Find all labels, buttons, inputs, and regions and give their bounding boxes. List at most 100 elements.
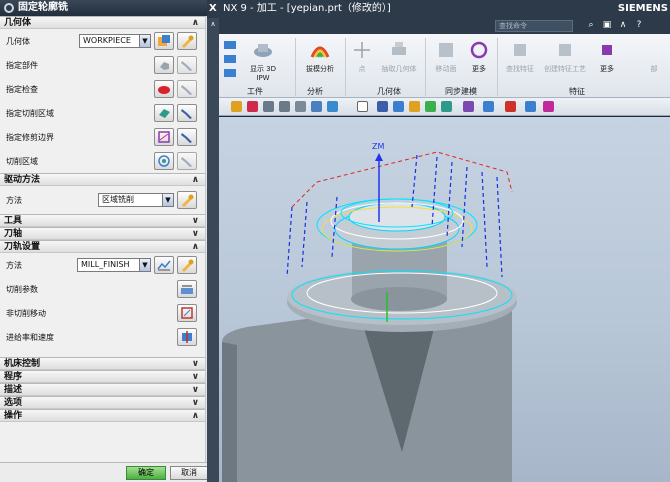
drive-method-select[interactable]: 区域铣削 ▼ (98, 193, 174, 207)
pan-icon[interactable] (425, 101, 436, 112)
fit-icon[interactable] (393, 101, 404, 112)
gear-icon[interactable] (4, 3, 14, 13)
section-geometry[interactable]: 几何体 ∧ (0, 16, 205, 29)
specify-trim-row: 指定修剪边界 (0, 125, 205, 149)
edit-geometry-button[interactable] (177, 32, 197, 50)
section-tool[interactable]: 工具 ∨ (0, 214, 205, 227)
path-method-select[interactable]: MILL_FINISH ▼ (77, 258, 151, 272)
filter-icon[interactable] (247, 101, 258, 112)
specify-cut-area-row: 指定切削区域 (0, 101, 205, 125)
select-cut-area-button[interactable] (154, 104, 174, 122)
point-button[interactable]: 点 (351, 39, 373, 74)
chevron-up-icon[interactable]: ∧ (617, 20, 629, 30)
group-feature[interactable]: 特征 (569, 86, 585, 97)
extract-icon (388, 39, 410, 61)
section-icon[interactable] (463, 101, 474, 112)
part-button[interactable]: 部 (647, 39, 661, 74)
display-3d-ipw-button[interactable]: 显示 3D IPW (243, 39, 283, 82)
show-cut-region-button[interactable] (177, 152, 197, 170)
orient-icon[interactable] (483, 101, 494, 112)
small-tools-icon[interactable] (223, 39, 237, 81)
chevron-down-icon[interactable]: ∨ (192, 228, 199, 240)
plus-icon (351, 39, 373, 61)
cut-params-button[interactable] (177, 280, 197, 298)
edit-method-button[interactable] (177, 256, 197, 274)
section-program[interactable]: 程序 ∨ (0, 370, 205, 383)
chevron-up-icon[interactable]: ∧ (192, 17, 199, 29)
new-method-button[interactable] (154, 256, 174, 274)
show-trim-button[interactable] (177, 128, 197, 146)
part-model-canvas[interactable]: ZM (207, 117, 670, 482)
highlight-icon[interactable] (543, 101, 554, 112)
chevron-down-icon[interactable]: ▼ (162, 194, 173, 206)
chevron-up-icon[interactable]: ∧ (192, 174, 199, 186)
select-trim-button[interactable] (154, 128, 174, 146)
select-check-button[interactable] (154, 80, 174, 98)
feature-process-icon (554, 39, 576, 61)
view-cube-icon[interactable] (327, 101, 338, 112)
chevron-down-icon[interactable]: ▼ (139, 259, 150, 271)
section-title: 驱动方法 (4, 175, 41, 185)
find-feature-button[interactable]: 查找特征 (503, 39, 537, 74)
new-geometry-button[interactable] (154, 32, 174, 50)
section-actions[interactable]: 操作 ∧ (0, 409, 205, 422)
wcs-icon[interactable] (505, 101, 516, 112)
chevron-down-icon[interactable]: ▼ (139, 35, 150, 47)
group-workpiece[interactable]: 工件 (247, 86, 263, 97)
cut-area-icon (159, 109, 170, 118)
dialog-title: 固定轮廓铣 (18, 2, 68, 13)
render-icon[interactable] (441, 101, 452, 112)
section-machine-control[interactable]: 机床控制 ∨ (0, 357, 205, 370)
cut-region-button[interactable] (154, 152, 174, 170)
ipw-icon (252, 39, 274, 61)
chevron-down-icon[interactable]: ∨ (192, 397, 199, 409)
draft-analysis-button[interactable]: 拔模分析 (299, 39, 341, 74)
extract-geometry-button[interactable]: 抽取几何体 (377, 39, 421, 74)
geometry-select[interactable]: WORKPIECE ▼ (79, 34, 151, 48)
move-face-button[interactable]: 移动面 (429, 39, 463, 74)
rotate-icon[interactable] (409, 101, 420, 112)
section-tool-axis[interactable]: 刀轴 ∨ (0, 227, 205, 240)
section-title: 几何体 (4, 18, 32, 28)
layer-icon[interactable] (357, 101, 368, 112)
chevron-down-icon[interactable]: ∨ (192, 215, 199, 227)
show-part-button[interactable] (177, 56, 197, 74)
show-cut-area-button[interactable] (177, 104, 197, 122)
chevron-down-icon[interactable]: ∨ (192, 371, 199, 383)
more-feature-button[interactable]: 更多 (595, 39, 619, 74)
rainbow-analysis-icon (309, 39, 331, 61)
chevron-up-icon[interactable]: ∧ (207, 18, 219, 30)
non-cut-button[interactable] (177, 304, 197, 322)
ok-button[interactable]: 确定 (126, 466, 166, 480)
show-check-button[interactable] (177, 80, 197, 98)
measure-icon[interactable] (525, 101, 536, 112)
window-icon[interactable]: ▣ (601, 20, 613, 30)
group-analysis[interactable]: 分析 (307, 86, 323, 97)
feeds-button[interactable] (177, 328, 197, 346)
edit-drive-button[interactable] (177, 191, 197, 209)
group-sync-modeling[interactable]: 同步建模 (445, 86, 477, 97)
group-geometry[interactable]: 几何体 (377, 86, 401, 97)
chevron-down-icon[interactable]: ∨ (192, 384, 199, 396)
shade-icon[interactable] (311, 101, 322, 112)
chevron-down-icon[interactable]: ∨ (192, 358, 199, 370)
create-feature-process-button[interactable]: 创建特征工艺 (541, 39, 589, 74)
chevron-up-icon[interactable]: ∧ (192, 241, 199, 253)
section-path-settings[interactable]: 刀轨设置 ∧ (0, 240, 205, 253)
section-description[interactable]: 描述 ∨ (0, 383, 205, 396)
section-options[interactable]: 选项 ∨ (0, 396, 205, 409)
search-icon[interactable]: ⌕ (585, 20, 597, 30)
select-part-button[interactable] (154, 56, 174, 74)
command-search-input[interactable]: 查找命令 (495, 20, 573, 32)
select-icon[interactable] (231, 101, 242, 112)
box-select-icon[interactable] (295, 101, 306, 112)
chevron-up-icon[interactable]: ∧ (192, 410, 199, 422)
section-drive-method[interactable]: 驱动方法 ∧ (0, 173, 205, 186)
graphics-viewport[interactable]: ZM (207, 117, 670, 482)
display-mode-icon[interactable] (377, 101, 388, 112)
snap-icon[interactable] (263, 101, 274, 112)
snap-icon[interactable] (279, 101, 290, 112)
cancel-button[interactable]: 取消 (170, 466, 208, 480)
more-sync-button[interactable]: 更多 (467, 39, 491, 74)
help-icon[interactable]: ? (633, 20, 645, 30)
